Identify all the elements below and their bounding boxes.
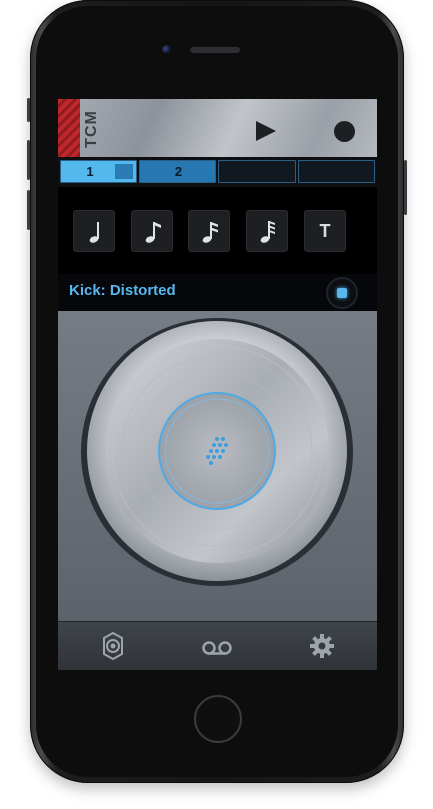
speaker-button[interactable] — [96, 630, 130, 662]
eighth-note-icon — [145, 222, 161, 243]
front-camera — [162, 45, 171, 54]
triplet-label: T — [319, 221, 331, 241]
speaker-icon — [103, 631, 123, 661]
quarter-note-icon — [89, 222, 99, 243]
pad-area — [58, 311, 377, 621]
record-icon[interactable] — [334, 121, 355, 142]
tape-icon — [202, 641, 232, 655]
gear-icon — [310, 634, 334, 658]
sound-toggle-button[interactable] — [326, 277, 358, 309]
settings-button[interactable] — [305, 630, 339, 662]
note-value-row: T — [58, 187, 377, 274]
square-dot-icon — [337, 288, 347, 298]
tape-button[interactable] — [200, 630, 234, 662]
thirtysecond-note-button[interactable] — [246, 210, 288, 252]
pattern-1-indicator — [115, 164, 133, 179]
home-button[interactable] — [194, 695, 242, 743]
transport-bar: TCM — [58, 99, 377, 157]
sound-name[interactable]: Kick: Distorted — [69, 282, 176, 299]
pattern-3-button[interactable] — [218, 160, 296, 183]
power-button — [404, 160, 407, 215]
sixteenth-note-icon — [202, 222, 218, 243]
app-screen: TCM 1 2 T Kick: Distorted — [58, 99, 377, 670]
pattern-4-button[interactable] — [298, 160, 375, 183]
pattern-2-button[interactable]: 2 — [139, 160, 216, 183]
mute-switch — [27, 98, 30, 122]
pattern-1-button[interactable]: 1 — [60, 160, 137, 183]
thirtysecond-note-icon — [260, 221, 275, 243]
volume-down-button — [27, 190, 30, 230]
pattern-1-label: 1 — [86, 164, 94, 179]
brand-label: TCM — [83, 110, 100, 148]
quarter-note-button[interactable] — [73, 210, 115, 252]
pattern-selector: 1 2 — [58, 157, 377, 187]
sound-selector-bar: Kick: Distorted — [58, 274, 377, 311]
drum-pad[interactable] — [58, 311, 377, 621]
volume-up-button — [27, 140, 30, 180]
eighth-note-button[interactable] — [131, 210, 173, 252]
sixteenth-note-button[interactable] — [188, 210, 230, 252]
bottom-toolbar — [58, 621, 377, 670]
pattern-2-label: 2 — [174, 164, 183, 179]
play-icon[interactable] — [256, 121, 276, 141]
triplet-button[interactable]: T — [304, 210, 346, 252]
earpiece-speaker — [190, 47, 240, 53]
